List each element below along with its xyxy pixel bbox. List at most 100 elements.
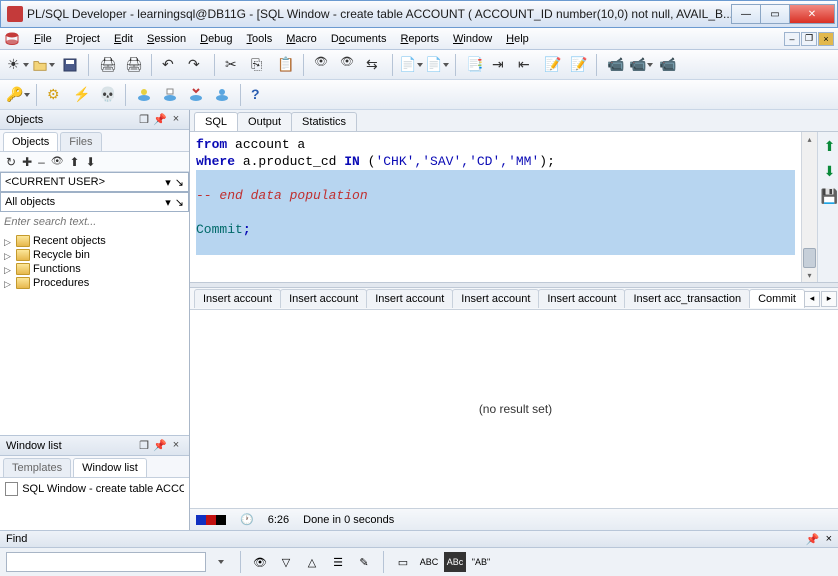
menu-help[interactable]: Help <box>500 31 535 47</box>
result-prev-button[interactable]: ◂ <box>804 291 820 307</box>
print-button[interactable]: 🖨 <box>95 53 119 77</box>
find-up-icon[interactable]: △ <box>301 552 323 572</box>
objects-tree[interactable]: ▷Recent objects ▷Recycle bin ▷Functions … <box>0 232 189 436</box>
execute-button[interactable]: ⚙ <box>43 83 67 107</box>
menu-documents[interactable]: Documents <box>325 31 393 47</box>
tab-statistics[interactable]: Statistics <box>291 112 357 131</box>
find-input[interactable] <box>6 552 206 572</box>
tree-item-functions[interactable]: ▷Functions <box>0 262 189 276</box>
add-icon[interactable]: ✚ <box>22 155 32 169</box>
break-button[interactable]: ⚡ <box>69 83 93 107</box>
editor-scrollbar[interactable]: ▴ ▾ <box>801 132 817 282</box>
find-replace-icon[interactable]: ✎ <box>353 552 375 572</box>
explain-button[interactable]: 📄 <box>399 53 423 77</box>
objects-search-input[interactable] <box>0 212 189 232</box>
find-close-button[interactable]: × <box>826 533 832 545</box>
minimize-button[interactable]: — <box>731 4 761 24</box>
disk-icon[interactable]: 💾 <box>821 188 838 205</box>
menu-window[interactable]: Window <box>447 31 498 47</box>
logon-button[interactable]: 🔑 <box>6 83 30 107</box>
find-binoculars-icon[interactable]: 👁 <box>249 552 271 572</box>
windowlist-item[interactable]: SQL Window - create table ACCOU <box>3 481 186 497</box>
kill-button[interactable]: 💀 <box>95 83 119 107</box>
remove-icon[interactable]: – <box>38 155 45 169</box>
refresh-icon[interactable]: ↻ <box>6 155 16 169</box>
mdi-minimize-button[interactable]: – <box>784 32 800 46</box>
find-history-dropdown[interactable] <box>210 552 232 572</box>
objects-restore-button[interactable]: ❐ <box>137 113 151 126</box>
describe-button[interactable]: 📄 <box>425 53 449 77</box>
copy-button[interactable]: ⎘ <box>247 53 271 77</box>
tab-files[interactable]: Files <box>60 132 101 151</box>
sql-editor[interactable]: from account a where a.product_cd IN ('C… <box>190 132 801 282</box>
tab-objects[interactable]: Objects <box>3 132 58 151</box>
nav-down-icon[interactable]: ⬇ <box>824 163 836 180</box>
open-button[interactable] <box>32 53 56 77</box>
camera-button[interactable]: 📹 <box>629 53 653 77</box>
windowlist-close-button[interactable]: × <box>169 439 183 452</box>
print-setup-button[interactable]: 🖨 <box>121 53 145 77</box>
objects-close-button[interactable]: × <box>169 113 183 126</box>
unindent-button[interactable]: ⇤ <box>514 53 538 77</box>
tab-output[interactable]: Output <box>237 112 292 131</box>
filter-down-icon[interactable]: ⬇ <box>86 155 96 169</box>
tab-windowlist[interactable]: Window list <box>73 458 147 477</box>
menu-project[interactable]: Project <box>60 31 106 47</box>
bookmark-button[interactable]: 📹 <box>603 53 627 77</box>
indent-button[interactable]: ⇥ <box>488 53 512 77</box>
result-tab[interactable]: Insert acc_transaction <box>624 289 750 308</box>
find-pin-button[interactable]: 📌 <box>806 533 820 546</box>
uncomment-button[interactable]: 📝 <box>566 53 590 77</box>
objects-extra-icon[interactable]: ↘ <box>175 196 184 209</box>
tree-item-procedures[interactable]: ▷Procedures <box>0 276 189 290</box>
result-tab[interactable]: Insert account <box>452 289 539 308</box>
redo-button[interactable]: ↷ <box>184 53 208 77</box>
scrollbar-thumb[interactable] <box>803 248 816 268</box>
maximize-button[interactable]: ▭ <box>760 4 790 24</box>
menu-session[interactable]: Session <box>141 31 192 47</box>
beautify-button[interactable]: 📑 <box>462 53 486 77</box>
find-button[interactable]: 👁 <box>310 53 334 77</box>
undo-button[interactable]: ↶ <box>158 53 182 77</box>
result-tab-commit[interactable]: Commit <box>749 289 805 308</box>
menu-edit[interactable]: Edit <box>108 31 139 47</box>
cut-button[interactable]: ✂ <box>221 53 245 77</box>
commit-button[interactable] <box>132 83 156 107</box>
save-button[interactable] <box>58 53 82 77</box>
filter-up-icon[interactable]: ⬆ <box>70 155 80 169</box>
record-button[interactable]: 📹 <box>655 53 679 77</box>
db-button[interactable] <box>210 83 234 107</box>
help-button[interactable]: ? <box>247 83 271 107</box>
result-tab[interactable]: Insert account <box>280 289 367 308</box>
result-next-button[interactable]: ▸ <box>821 291 837 307</box>
find-down-icon[interactable]: ▽ <box>275 552 297 572</box>
current-user-dropdown[interactable]: <CURRENT USER> ▾ ↘ <box>0 172 189 192</box>
find-obj-icon[interactable]: 👁 <box>51 156 64 167</box>
all-objects-dropdown[interactable]: All objects ▾ ↘ <box>0 192 189 212</box>
menu-macro[interactable]: Macro <box>280 31 323 47</box>
menu-tools[interactable]: Tools <box>241 31 279 47</box>
menu-reports[interactable]: Reports <box>394 31 445 47</box>
find-all-icon[interactable]: ☰ <box>327 552 349 572</box>
windowlist-pin-button[interactable]: 📌 <box>153 439 167 452</box>
menu-debug[interactable]: Debug <box>194 31 238 47</box>
result-tab[interactable]: Insert account <box>538 289 625 308</box>
mdi-close-button[interactable]: × <box>818 32 834 46</box>
result-tab[interactable]: Insert account <box>194 289 281 308</box>
mdi-restore-button[interactable]: ❐ <box>801 32 817 46</box>
rollback-button[interactable] <box>158 83 182 107</box>
tab-sql[interactable]: SQL <box>194 112 238 131</box>
windowlist-restore-button[interactable]: ❐ <box>137 439 151 452</box>
tab-templates[interactable]: Templates <box>3 458 71 477</box>
tree-item-recycle[interactable]: ▷Recycle bin <box>0 248 189 262</box>
user-extra-icon[interactable]: ↘ <box>175 176 184 189</box>
replace-button[interactable]: 👁 <box>336 53 360 77</box>
find-word-button[interactable]: ABc <box>444 552 466 572</box>
comment-button[interactable]: 📝 <box>540 53 564 77</box>
tree-item-recent[interactable]: ▷Recent objects <box>0 234 189 248</box>
find-scope-icon[interactable]: ▭ <box>392 552 414 572</box>
paste-button[interactable]: 📋 <box>273 53 297 77</box>
new-button[interactable]: ☀ <box>6 53 30 77</box>
find-case-button[interactable]: ABC <box>418 552 440 572</box>
nav-up-icon[interactable]: ⬆ <box>824 138 836 155</box>
